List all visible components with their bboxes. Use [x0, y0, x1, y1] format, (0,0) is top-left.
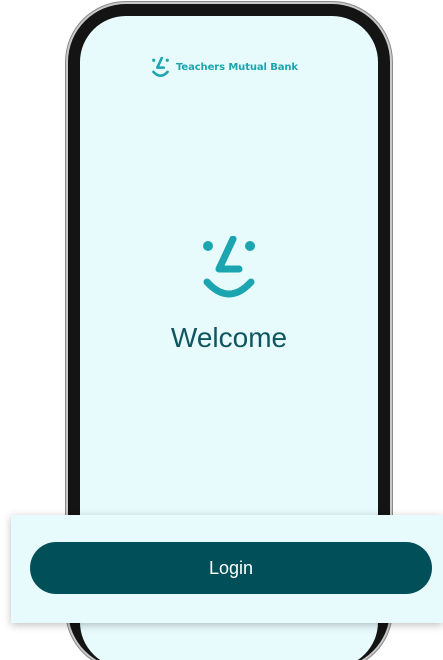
smile-logo-icon	[203, 236, 255, 298]
login-panel: Login	[11, 515, 443, 623]
brand-name: Teachers Mutual Bank	[176, 61, 298, 73]
login-button[interactable]: Login	[30, 542, 432, 594]
welcome-title: Welcome	[170, 322, 288, 353]
brand-header: Teachers Mutual Bank	[150, 57, 298, 77]
smile-logo-icon	[152, 57, 169, 77]
app-stage: Teachers Mutual Bank Welcome Login	[0, 0, 443, 660]
